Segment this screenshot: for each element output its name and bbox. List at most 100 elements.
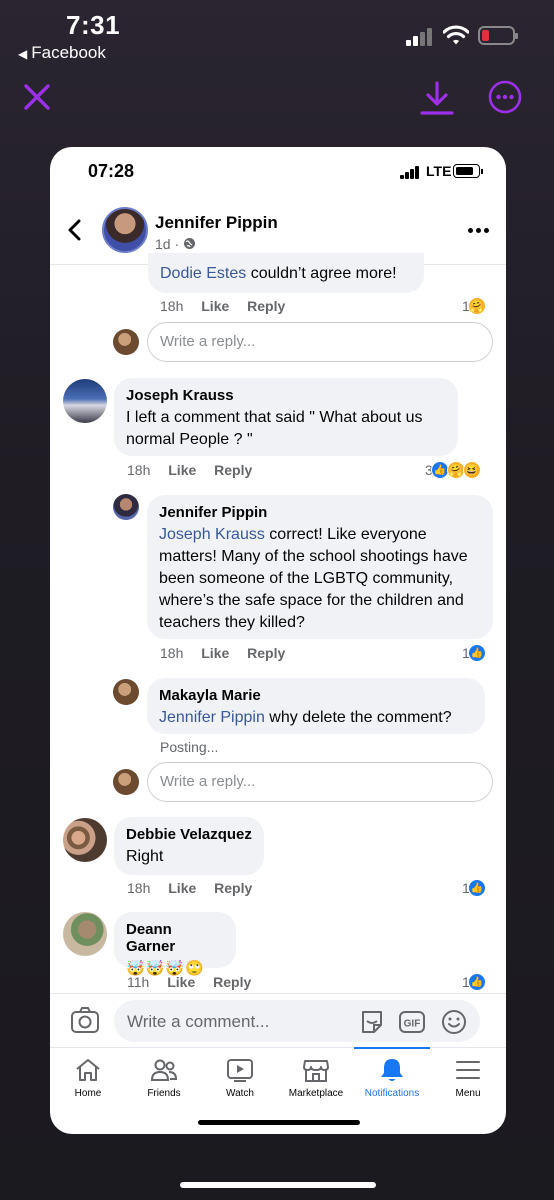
sticker-icon[interactable] xyxy=(358,1008,386,1036)
globe-icon xyxy=(184,238,196,249)
like-reaction-icon: 👍 xyxy=(467,879,486,897)
comment-actions: 18h Like Reply xyxy=(127,880,266,896)
commenter-avatar[interactable] xyxy=(63,379,107,423)
inner-home-indicator xyxy=(198,1120,360,1125)
tab-label: Watch xyxy=(226,1088,254,1099)
comment-bubble: Makayla Marie Jennifer Pippin why delete… xyxy=(147,678,485,734)
tab-notifications[interactable]: Notifications xyxy=(354,1047,430,1108)
reply-button[interactable]: Reply xyxy=(214,462,252,478)
tab-label: Marketplace xyxy=(288,1088,344,1099)
comment-placeholder: Write a comment... xyxy=(127,1012,270,1031)
reply-bubble: Dodie Estes couldn’t agree more! xyxy=(148,253,424,293)
back-chevron-icon[interactable] xyxy=(64,217,86,243)
network-type: LTE xyxy=(426,163,452,179)
like-reaction-icon: 👍 xyxy=(467,973,486,991)
like-button[interactable]: Like xyxy=(168,462,196,478)
mention-link[interactable]: Jennifer Pippin xyxy=(159,709,265,726)
wifi-icon xyxy=(443,25,469,45)
user-avatar xyxy=(113,329,139,355)
reply-button[interactable]: Reply xyxy=(247,298,285,314)
reply-button[interactable]: Reply xyxy=(214,880,252,896)
tab-menu[interactable]: Menu xyxy=(430,1048,506,1108)
like-button[interactable]: Like xyxy=(201,298,229,314)
mention-link[interactable]: Joseph Krauss xyxy=(159,526,265,543)
mention-link[interactable]: Dodie Estes xyxy=(160,265,246,282)
reply-input[interactable]: Write a reply... xyxy=(147,762,493,802)
comment-bubble: Debbie Velazquez Right xyxy=(114,817,264,875)
inner-signal-icon xyxy=(400,166,420,179)
commenter-avatar[interactable] xyxy=(63,912,107,956)
tab-marketplace[interactable]: Marketplace xyxy=(278,1048,354,1108)
gif-icon[interactable]: GIF xyxy=(398,1008,426,1036)
home-icon xyxy=(76,1059,100,1081)
tab-home[interactable]: Home xyxy=(50,1048,126,1108)
emoji-icon[interactable] xyxy=(440,1008,468,1036)
like-button[interactable]: Like xyxy=(167,974,195,990)
commenter-name[interactable]: Jennifer Pippin xyxy=(159,504,481,521)
reaction-summary[interactable]: 3 👍 🤗 😆 xyxy=(425,461,481,479)
comment-bubble: Jennifer Pippin Joseph Krauss correct! L… xyxy=(147,495,493,639)
cellular-signal-icon xyxy=(406,28,434,46)
inner-status-bar: 07:28 LTE xyxy=(50,147,506,197)
like-reaction-icon: 👍 xyxy=(467,644,486,662)
tab-label: Home xyxy=(74,1088,102,1099)
comment-actions: 18h Like Reply xyxy=(160,645,299,661)
camera-icon[interactable] xyxy=(70,1006,100,1034)
reaction-summary[interactable]: 1 👍 xyxy=(462,973,486,991)
inner-battery-icon xyxy=(453,164,483,178)
comment-text: why delete the comment? xyxy=(264,709,452,726)
like-button[interactable]: Like xyxy=(201,645,229,661)
commenter-avatar[interactable] xyxy=(113,494,139,520)
more-options-icon[interactable] xyxy=(488,80,522,114)
post-more-icon[interactable] xyxy=(468,227,490,235)
outer-status-bar: 7:31 ◀ Facebook xyxy=(0,0,554,70)
svg-text:GIF: GIF xyxy=(404,1019,421,1030)
comment-time: 18h xyxy=(127,880,151,896)
screenshot-card: 07:28 LTE Jennifer Pippin 1d · Dodie Est… xyxy=(50,147,506,1134)
close-icon[interactable] xyxy=(22,82,52,112)
like-button[interactable]: Like xyxy=(168,880,196,896)
tab-friends[interactable]: Friends xyxy=(126,1048,202,1108)
commenter-name[interactable]: Debbie Velazquez xyxy=(126,826,252,843)
tab-watch[interactable]: Watch xyxy=(202,1048,278,1108)
comment-time: 18h xyxy=(160,298,184,314)
marketplace-icon xyxy=(303,1060,329,1082)
author-name[interactable]: Jennifer Pippin xyxy=(155,213,278,233)
user-avatar xyxy=(113,769,139,795)
tab-label: Notifications xyxy=(364,1088,420,1099)
comment-bubble: Deann Garner 🤯🤯🤯🙄 xyxy=(114,912,236,977)
post-meta: 1d · xyxy=(155,236,196,252)
outer-clock: 7:31 xyxy=(66,10,121,40)
reply-button[interactable]: Reply xyxy=(213,974,251,990)
commenter-avatar[interactable] xyxy=(63,818,107,862)
commenter-name[interactable]: Makayla Marie xyxy=(159,687,473,704)
reaction-summary[interactable]: 1 👍 xyxy=(462,879,486,897)
friends-icon xyxy=(150,1059,178,1081)
menu-icon xyxy=(456,1061,480,1079)
comment-composer: Write a comment... GIF xyxy=(50,993,506,1047)
author-avatar[interactable] xyxy=(102,207,148,253)
watch-icon xyxy=(227,1059,253,1082)
comment-time: 18h xyxy=(160,645,184,661)
reply-button[interactable]: Reply xyxy=(247,645,285,661)
back-to-app-link[interactable]: ◀ Facebook xyxy=(18,43,106,63)
tab-label: Menu xyxy=(455,1088,481,1099)
home-indicator xyxy=(180,1182,376,1188)
back-app-label: Facebook xyxy=(31,43,106,62)
comment-text: Right xyxy=(126,848,164,865)
comment-input[interactable]: Write a comment... GIF xyxy=(114,1000,480,1042)
tab-label: Friends xyxy=(147,1088,181,1099)
reaction-summary[interactable]: 1 🤗 xyxy=(462,297,486,315)
post-age: 1d · xyxy=(155,236,180,252)
commenter-avatar[interactable] xyxy=(113,679,139,705)
haha-reaction-icon: 😆 xyxy=(462,461,481,479)
reaction-summary[interactable]: 1 👍 xyxy=(462,644,486,662)
download-icon[interactable] xyxy=(420,80,454,116)
comment-bubble: Joseph Krauss I left a comment that said… xyxy=(114,378,458,456)
comment-text: I left a comment that said " What about … xyxy=(126,409,423,448)
reply-input[interactable]: Write a reply... xyxy=(147,322,493,362)
commenter-name[interactable]: Deann Garner xyxy=(126,921,224,955)
commenter-name[interactable]: Joseph Krauss xyxy=(126,387,446,404)
comment-actions: 18h Like Reply xyxy=(127,462,266,478)
posting-status: Posting... xyxy=(160,739,219,755)
